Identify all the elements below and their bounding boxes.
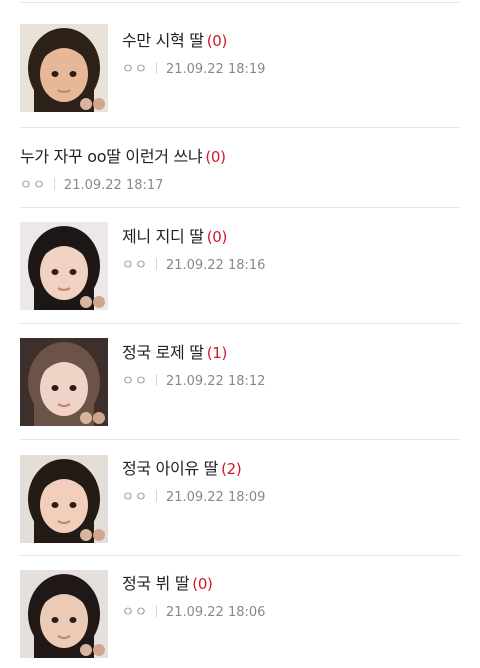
portrait-graphic: [20, 338, 108, 426]
comment-count[interactable]: (2): [221, 460, 242, 478]
meta-separator: [155, 490, 157, 502]
thumbnail-image[interactable]: [20, 24, 108, 112]
post-title[interactable]: 정국 뷔 딸: [122, 574, 190, 593]
thumbnail-image[interactable]: [20, 455, 108, 543]
thumbnail-image[interactable]: [20, 338, 108, 426]
meta-separator: [155, 258, 157, 270]
post-title-row[interactable]: 수만 시혁 딸 (0): [122, 27, 227, 51]
post-title-row[interactable]: 누가 자꾸 oo딸 이런거 쓰냐 (0): [20, 143, 226, 167]
comment-count[interactable]: (0): [192, 575, 213, 593]
author-name: ㅇㅇ: [20, 178, 46, 193]
list-item[interactable]: 정국 뷔 딸 (0) ㅇㅇ 21.09.22 18:06: [20, 570, 460, 668]
post-title[interactable]: 제니 지디 딸: [122, 227, 204, 246]
portrait-graphic: [20, 570, 108, 658]
list-item[interactable]: 정국 아이유 딸 (2) ㅇㅇ 21.09.22 18:09: [20, 455, 460, 556]
list-item[interactable]: 제니 지디 딸 (0) ㅇㅇ 21.09.22 18:16: [20, 222, 460, 324]
comment-count[interactable]: (1): [207, 344, 228, 362]
post-title-row[interactable]: 정국 아이유 딸 (2): [122, 455, 242, 479]
post-meta: ㅇㅇ 21.09.22 18:19: [122, 58, 265, 77]
author-name: ㅇㅇ: [122, 490, 148, 505]
comment-count[interactable]: (0): [205, 148, 226, 166]
post-title[interactable]: 누가 자꾸 oo딸 이런거 쓰냐: [20, 147, 203, 166]
post-meta: ㅇㅇ 21.09.22 18:06: [122, 601, 265, 620]
post-list: 수만 시혁 딸 (0) ㅇㅇ 21.09.22 18:19 누가 자꾸 oo딸 이런…: [0, 0, 480, 668]
author-name: ㅇㅇ: [122, 374, 148, 389]
thumbnail-image[interactable]: [20, 570, 108, 658]
post-meta: ㅇㅇ 21.09.22 18:12: [122, 370, 265, 389]
meta-separator: [155, 62, 157, 74]
post-title[interactable]: 정국 로제 딸: [122, 343, 204, 362]
portrait-graphic: [20, 24, 108, 112]
post-date: 21.09.22 18:19: [165, 62, 266, 77]
meta-separator: [155, 605, 157, 617]
list-item[interactable]: 누가 자꾸 oo딸 이런거 쓰냐 (0) ㅇㅇ 21.09.22 18:17: [20, 128, 460, 208]
post-date: 21.09.22 18:16: [165, 258, 266, 273]
thumbnail-image[interactable]: [20, 222, 108, 310]
post-meta: ㅇㅇ 21.09.22 18:17: [20, 174, 163, 193]
post-date: 21.09.22 18:12: [165, 374, 266, 389]
meta-separator: [155, 374, 157, 386]
post-title-row[interactable]: 정국 뷔 딸 (0): [122, 570, 213, 594]
meta-separator: [53, 178, 55, 190]
list-item[interactable]: 정국 로제 딸 (1) ㅇㅇ 21.09.22 18:12: [20, 338, 460, 440]
post-meta: ㅇㅇ 21.09.22 18:09: [122, 486, 265, 505]
author-name: ㅇㅇ: [122, 605, 148, 620]
divider: [20, 2, 460, 3]
comment-count[interactable]: (0): [207, 228, 228, 246]
author-name: ㅇㅇ: [122, 62, 148, 77]
post-title[interactable]: 정국 아이유 딸: [122, 459, 218, 478]
author-name: ㅇㅇ: [122, 258, 148, 273]
post-date: 21.09.22 18:09: [165, 490, 266, 505]
post-title[interactable]: 수만 시혁 딸: [122, 31, 204, 50]
post-title-row[interactable]: 정국 로제 딸 (1): [122, 339, 227, 363]
portrait-graphic: [20, 455, 108, 543]
portrait-graphic: [20, 222, 108, 310]
post-date: 21.09.22 18:06: [165, 605, 266, 620]
list-item[interactable]: 수만 시혁 딸 (0) ㅇㅇ 21.09.22 18:19: [20, 24, 460, 128]
post-date: 21.09.22 18:17: [63, 178, 164, 193]
post-title-row[interactable]: 제니 지디 딸 (0): [122, 223, 227, 247]
post-meta: ㅇㅇ 21.09.22 18:16: [122, 254, 265, 273]
comment-count[interactable]: (0): [207, 32, 228, 50]
